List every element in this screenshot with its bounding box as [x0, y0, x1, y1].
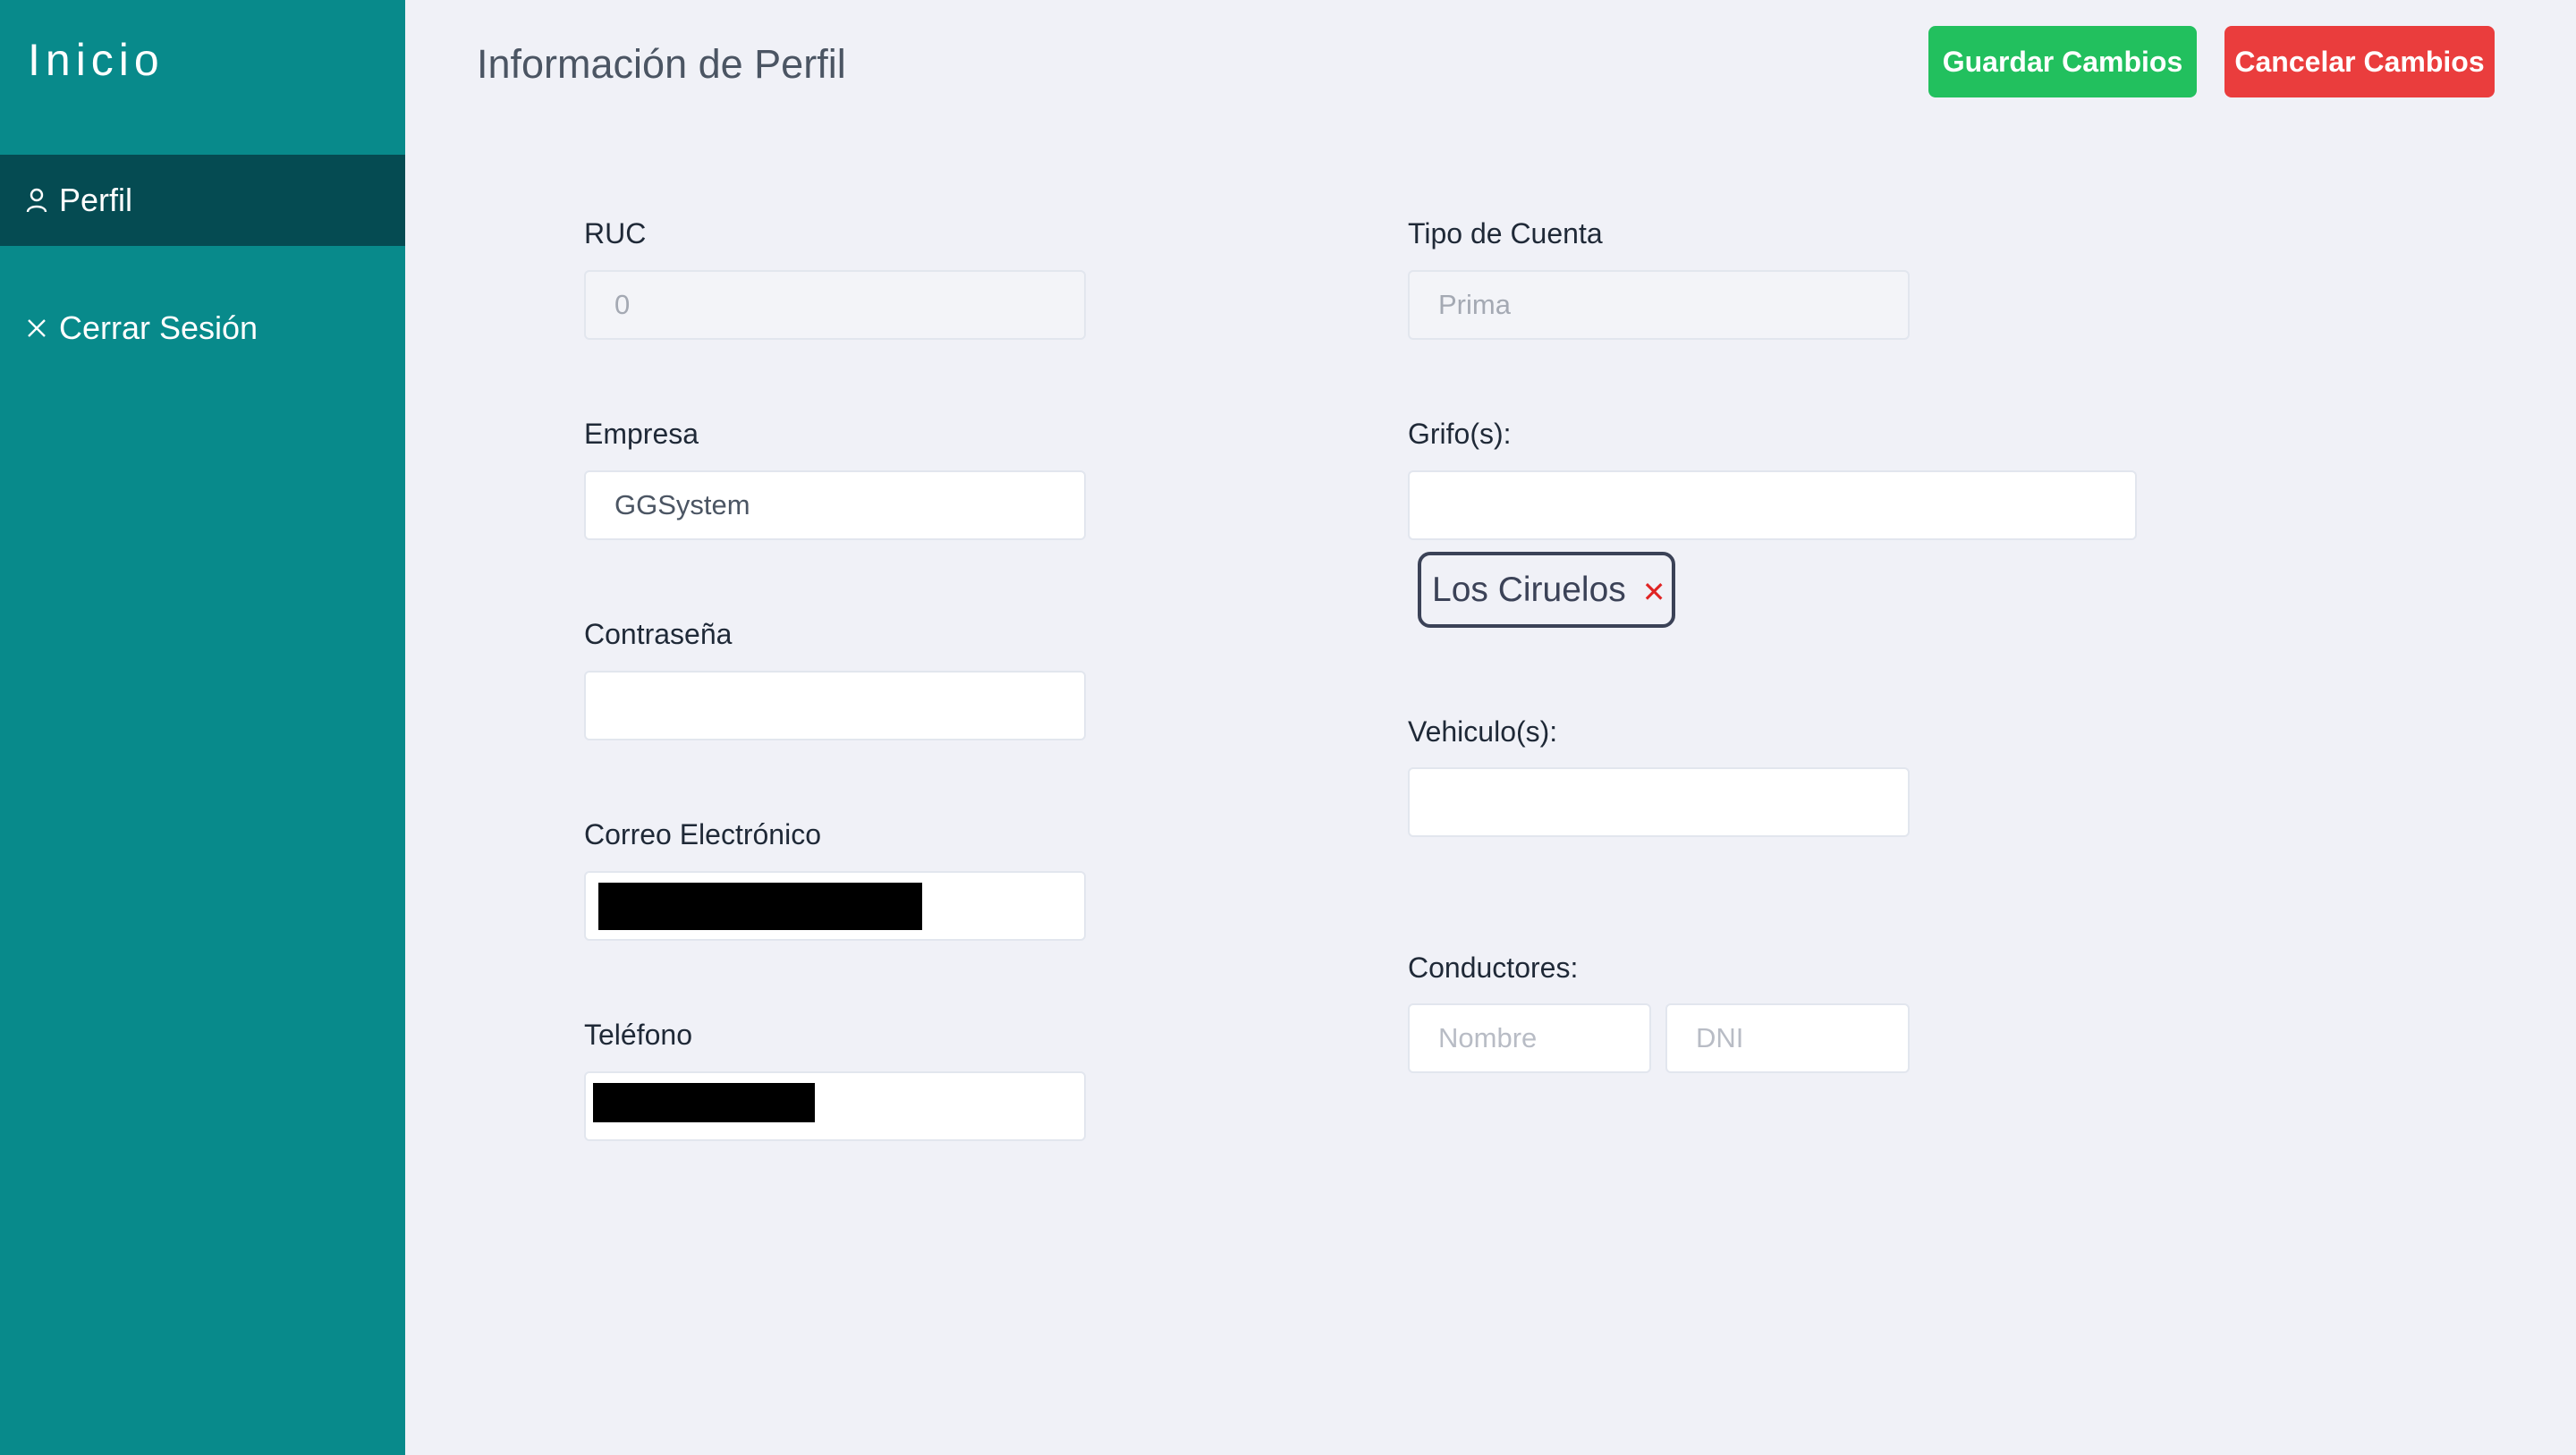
close-icon [25, 315, 48, 342]
cancel-button[interactable]: Cancelar Cambios [2224, 26, 2495, 97]
sidebar-item-label: Cerrar Sesión [59, 309, 258, 346]
vehiculos-label: Vehiculo(s): [1408, 715, 1558, 748]
grifos-field[interactable] [1408, 470, 2137, 540]
driver-dni-input[interactable] [1665, 1003, 1910, 1073]
password-field[interactable] [584, 671, 1086, 740]
account-type-field[interactable] [1408, 270, 1910, 340]
empresa-field[interactable] [584, 470, 1086, 540]
user-icon [25, 187, 48, 214]
contrasena-label: Contraseña [584, 618, 733, 650]
tipo-cuenta-label: Tipo de Cuenta [1408, 217, 1603, 250]
save-button[interactable]: Guardar Cambios [1928, 26, 2197, 97]
telefono-label: Teléfono [584, 1019, 692, 1051]
grifos-label: Grifo(s): [1408, 418, 1512, 450]
sidebar-item-perfil[interactable]: Perfil [0, 155, 405, 246]
correo-label: Correo Electrónico [584, 818, 821, 850]
sidebar-item-cerrar-sesion[interactable]: Cerrar Sesión [0, 283, 405, 374]
grifo-chip-label: Los Ciruelos [1432, 570, 1626, 609]
grifo-chip: Los Ciruelos ✕ [1418, 552, 1675, 628]
redacted-email [598, 883, 922, 930]
ruc-label: RUC [584, 217, 647, 250]
remove-chip-icon[interactable]: ✕ [1642, 575, 1666, 609]
driver-name-input[interactable] [1408, 1003, 1651, 1073]
redacted-phone [593, 1083, 815, 1122]
ruc-field[interactable] [584, 270, 1086, 340]
conductores-label: Conductores: [1408, 952, 1579, 984]
page-title: Información de Perfil [477, 41, 846, 87]
sidebar-brand[interactable]: Inicio [28, 34, 165, 86]
vehiculos-field[interactable] [1408, 767, 1910, 837]
empresa-label: Empresa [584, 418, 699, 450]
sidebar: Inicio Perfil Cerrar Sesión [0, 0, 405, 1455]
sidebar-item-label: Perfil [59, 182, 133, 218]
